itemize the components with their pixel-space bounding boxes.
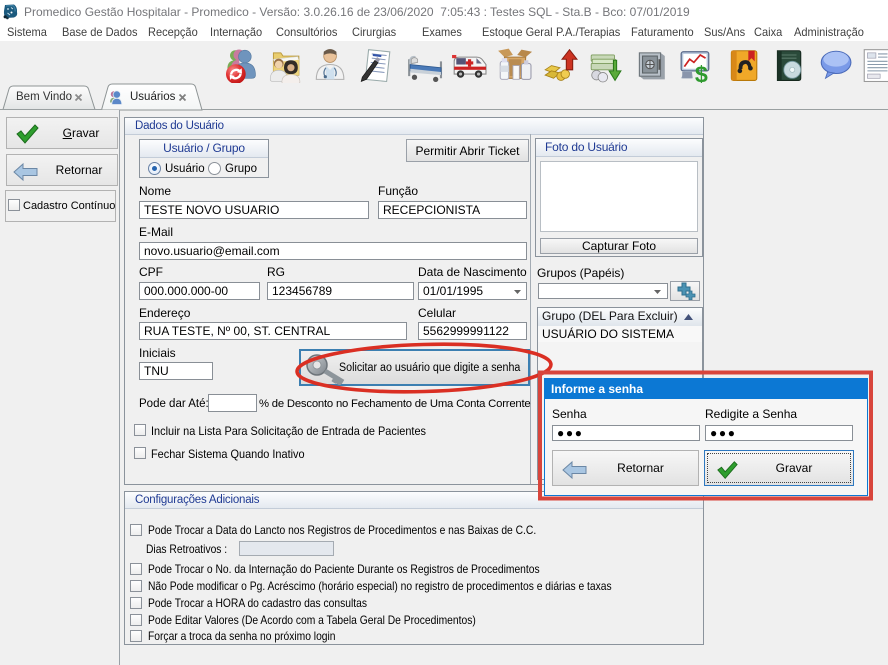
svg-text:$: $ bbox=[695, 62, 708, 83]
